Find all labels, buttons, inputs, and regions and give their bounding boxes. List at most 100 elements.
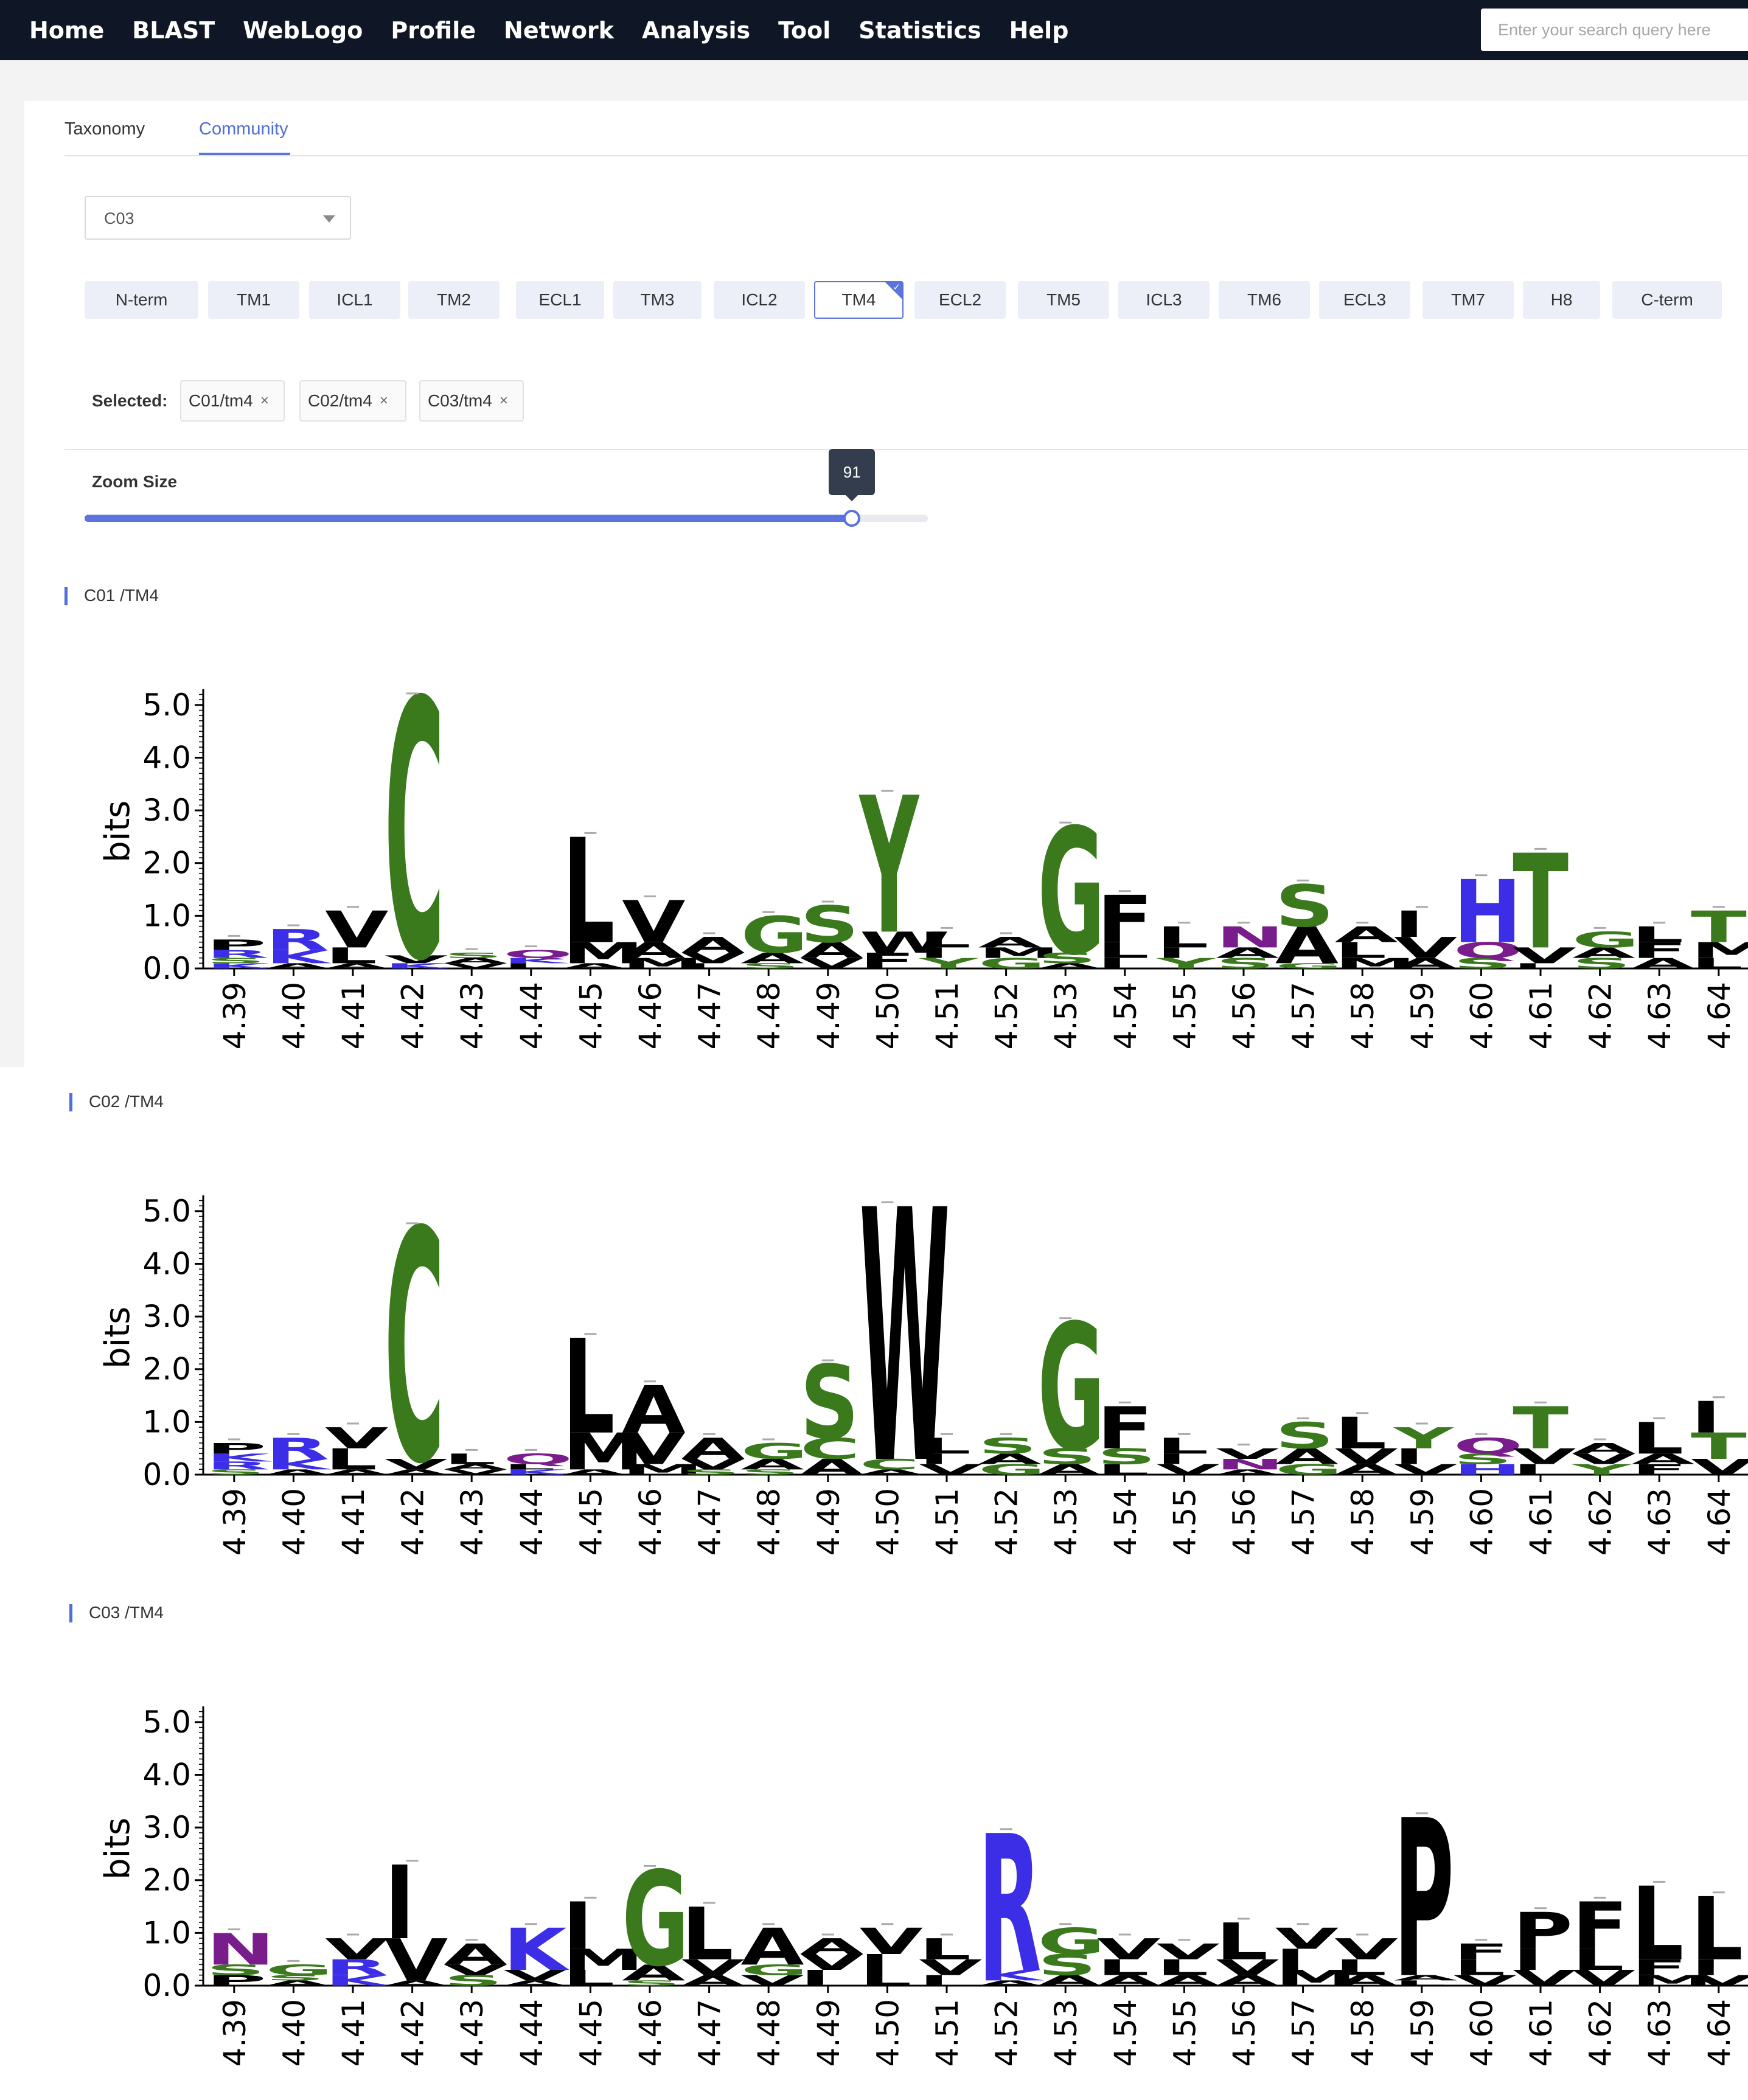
x-tick-label: 4.45	[573, 982, 608, 1049]
close-icon[interactable]: ×	[260, 392, 269, 409]
x-tick-label: 4.62	[1583, 1999, 1618, 2067]
nav-home[interactable]: Home	[29, 17, 104, 44]
segment-label: ECL3	[1343, 290, 1387, 309]
community-select[interactable]: C03	[85, 196, 351, 240]
segment-n-term[interactable]: N-term	[85, 281, 198, 319]
nav-network[interactable]: Network	[504, 17, 614, 44]
y-tick-label: 5.0	[142, 1194, 191, 1229]
logo-column: ASG	[1037, 1921, 1105, 1989]
logo-column: YIL	[918, 927, 979, 972]
x-tick-label: 4.40	[276, 1999, 312, 2067]
logo-residue-H: H	[1454, 861, 1522, 962]
logo-column: ALV	[1334, 1933, 1398, 1989]
x-tick-label: 4.54	[1108, 982, 1143, 1049]
x-tick-label: 4.43	[454, 1488, 490, 1556]
selected-label: Selected:	[92, 391, 168, 410]
y-tick-label: 0.0	[142, 1968, 191, 2003]
logo-column: ALV	[1097, 1933, 1160, 1989]
zoom-slider-track	[85, 515, 852, 522]
y-tick-label: 1.0	[142, 898, 191, 933]
segment-ecl3[interactable]: ECL3	[1319, 281, 1410, 319]
selected-tag: C03/tm4 ×	[419, 380, 524, 422]
segment-label: C-term	[1641, 290, 1693, 309]
segment-tm6[interactable]: TM6	[1219, 281, 1310, 319]
x-tick-label: 4.42	[395, 1999, 431, 2067]
search-input[interactable]	[1481, 9, 1748, 51]
logo-column: ANV	[1216, 1444, 1284, 1476]
segment-tm7[interactable]: TM7	[1422, 281, 1514, 319]
segment-label: TM4	[841, 290, 876, 309]
tab-taxonomy[interactable]: Taxonomy	[64, 119, 145, 139]
logo-residue-G: G	[622, 1844, 689, 1996]
logo-residue-G: G	[740, 906, 808, 965]
segment-c-term[interactable]: C-term	[1612, 281, 1722, 319]
logo-column: IVT	[1513, 1396, 1576, 1478]
segment-label: TM6	[1247, 290, 1281, 309]
segment-label: ECL1	[538, 290, 582, 309]
nav-weblogo[interactable]: WebLogo	[243, 17, 363, 44]
x-tick-label: 4.56	[1227, 982, 1262, 1049]
nav-blast[interactable]: BLAST	[132, 17, 215, 44]
logo-residue-L: L	[1216, 1913, 1268, 1972]
segment-tm5[interactable]: TM5	[1018, 281, 1109, 319]
logo-residue-A: A	[1572, 1440, 1635, 1457]
segment-label: TM3	[640, 290, 675, 309]
logo-residue-S: S	[1275, 1414, 1334, 1457]
logo-column: VGA	[740, 1918, 808, 1989]
x-tick-label: 4.57	[1286, 1488, 1321, 1556]
segment-ecl2[interactable]: ECL2	[914, 281, 1006, 319]
y-tick-label: 4.0	[142, 740, 191, 775]
section-marker	[69, 1093, 72, 1111]
close-icon[interactable]: ×	[380, 392, 388, 409]
y-axis-label: bits	[98, 1818, 138, 1880]
selected-tag-label: C01/tm4	[189, 391, 253, 410]
y-tick-label: 1.0	[142, 1404, 191, 1439]
logo-column: IVT	[1513, 827, 1576, 979]
y-tick-label: 5.0	[142, 1705, 191, 1740]
nav-help[interactable]: Help	[1009, 17, 1069, 44]
logo-residue-V: V	[1097, 1933, 1160, 1966]
logo-residue-W: W	[860, 1138, 950, 1541]
logo-residue-L: L	[1157, 1434, 1209, 1459]
segment-h8[interactable]: H8	[1523, 281, 1600, 319]
segment-label: TM2	[437, 290, 471, 309]
segment-label: TM7	[1451, 290, 1485, 309]
segment-icl1[interactable]: ICL1	[309, 281, 400, 319]
logo-column: AVL	[1216, 1913, 1279, 1989]
logo-column: SRKP	[206, 1438, 273, 1476]
logo-residue-T: T	[1691, 902, 1747, 953]
logo-column: FAL	[1631, 1414, 1694, 1478]
logo-column: SVA	[681, 1432, 745, 1476]
segment-icl2[interactable]: ICL2	[714, 281, 805, 319]
nav-tool[interactable]: Tool	[778, 17, 830, 44]
logo-residue-A: A	[978, 934, 1042, 951]
logo-residue-R: R	[266, 1432, 329, 1465]
x-tick-label: 4.51	[930, 1999, 965, 2067]
segment-icl3[interactable]: ICL3	[1118, 281, 1210, 319]
x-tick-label: 4.41	[336, 1999, 371, 2067]
logo-column: SAG	[622, 1844, 689, 1996]
segment-tm4[interactable]: TM4 ✓	[814, 281, 904, 319]
logo-residue-A: A	[800, 1934, 863, 1959]
segment-tm2[interactable]: TM2	[408, 281, 500, 319]
nav-analysis[interactable]: Analysis	[642, 17, 750, 44]
segment-ecl1[interactable]: ECL1	[516, 281, 604, 319]
x-tick-label: 4.55	[1167, 1999, 1202, 2067]
x-tick-label: 4.52	[989, 1999, 1025, 2067]
nav-statistics[interactable]: Statistics	[858, 17, 981, 44]
nav-profile[interactable]: Profile	[391, 17, 476, 44]
x-tick-label: 4.53	[1048, 982, 1084, 1049]
segment-tm1[interactable]: TM1	[208, 281, 299, 319]
x-tick-label: 4.64	[1702, 982, 1737, 1049]
logo-column: ASG	[1037, 1287, 1105, 1489]
tab-community[interactable]: Community	[199, 119, 288, 139]
logo-column: VTI	[1691, 1392, 1748, 1479]
y-tick-label: 4.0	[142, 1757, 191, 1792]
y-axis-label: bits	[98, 801, 138, 863]
logo-residue-A: A	[1334, 922, 1398, 947]
logo-residue-G: G	[1572, 928, 1640, 953]
segment-tm3[interactable]: TM3	[613, 281, 702, 319]
logo-residue-Y: Y	[1393, 1422, 1455, 1455]
close-icon[interactable]: ×	[500, 392, 508, 409]
logo-residue-F: F	[1572, 1888, 1628, 1964]
